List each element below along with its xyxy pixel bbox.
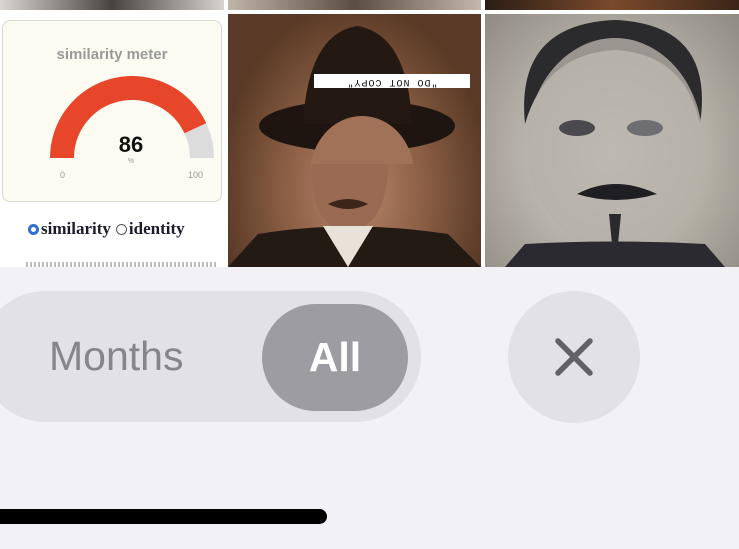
segment-all[interactable]: All xyxy=(262,304,408,411)
watermark-text: "DO NOT COPY" xyxy=(314,74,470,88)
photo-thumbnail-portrait-hat[interactable]: "DO NOT COPY" xyxy=(228,14,481,267)
meter-value: 86 xyxy=(118,132,144,157)
segment-months[interactable]: Months xyxy=(49,291,183,422)
time-range-segmented-control: Months All xyxy=(0,291,421,422)
hat-silhouette xyxy=(259,26,455,164)
option-identity: identity xyxy=(128,219,185,238)
portrait-body xyxy=(228,164,481,267)
cropped-text xyxy=(26,262,216,267)
radio-unselected-icon xyxy=(115,223,127,235)
meter-max-label: 100 xyxy=(188,170,204,180)
close-button[interactable] xyxy=(508,291,640,423)
photo-thumbnail[interactable] xyxy=(485,0,739,10)
photo-thumbnail[interactable] xyxy=(0,0,224,10)
meter-min-label: 0 xyxy=(60,170,66,180)
photo-thumbnail-similarity-meter[interactable]: similarity meter 86 % 0 100 similarity i… xyxy=(0,14,224,267)
meter-options: similarity identity xyxy=(28,219,185,239)
photo-thumbnail[interactable] xyxy=(228,0,481,10)
photo-grid: similarity meter 86 % 0 100 similarity i… xyxy=(0,0,739,267)
meter-unit: % xyxy=(127,158,135,165)
meter-title: similarity meter xyxy=(56,46,168,63)
option-similarity: similarity xyxy=(41,219,111,238)
radio-selected-icon xyxy=(28,223,39,235)
photo-thumbnail-portrait-mustache[interactable] xyxy=(485,14,739,267)
close-icon xyxy=(555,338,593,376)
home-indicator[interactable] xyxy=(0,509,327,524)
portrait-figure xyxy=(505,20,725,267)
